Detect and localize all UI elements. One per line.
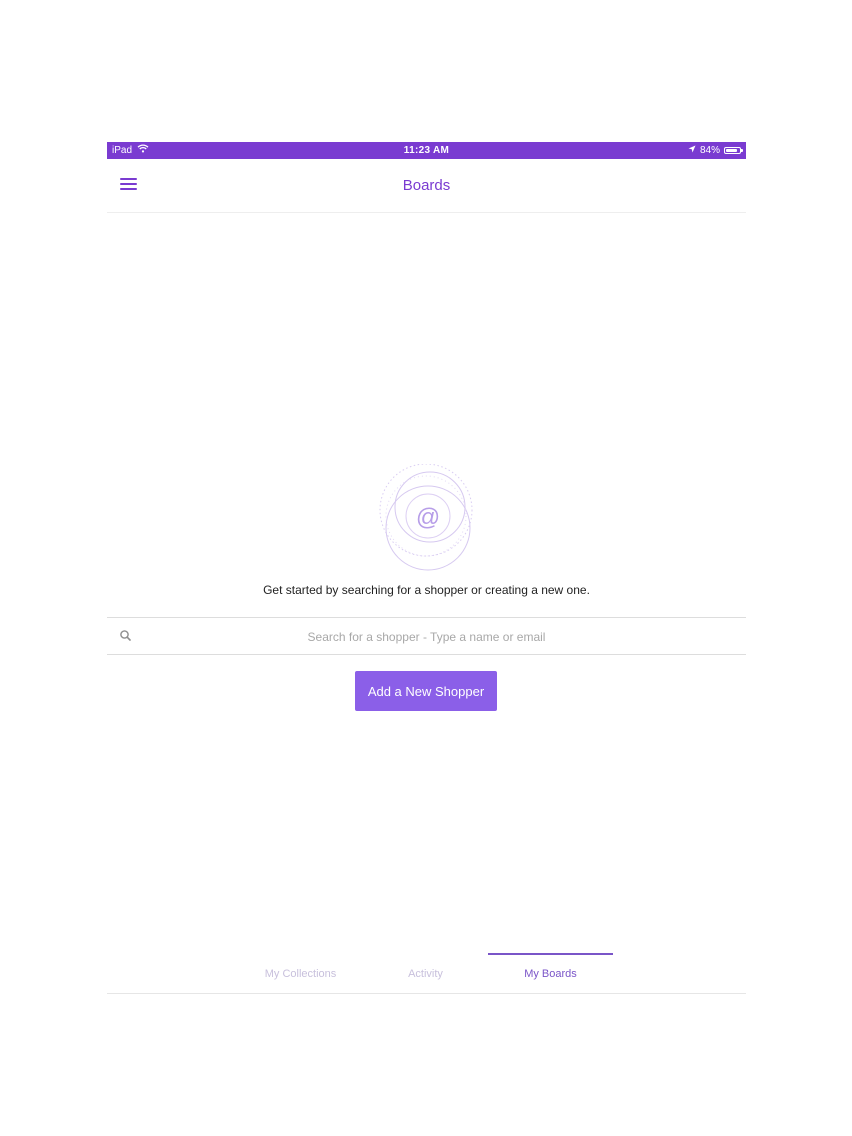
battery-icon xyxy=(724,147,743,154)
status-time: 11:23 AM xyxy=(403,145,450,156)
location-arrow-icon xyxy=(688,142,696,159)
tab-my-boards[interactable]: My Boards xyxy=(488,953,613,993)
tab-label: Activity xyxy=(408,968,443,980)
navigation-bar: Boards xyxy=(107,159,746,213)
svg-text:@: @ xyxy=(416,504,440,531)
active-tab-indicator xyxy=(488,953,613,955)
at-sign-circles-icon: @ xyxy=(376,463,476,574)
search-bar xyxy=(107,617,746,656)
search-icon xyxy=(119,629,133,643)
app-screen: iPad 11:23 AM 84% Boards @ Get started b… xyxy=(107,142,746,994)
tab-label: My Collections xyxy=(264,968,337,980)
tab-bar: My Collections Activity My Boards xyxy=(107,953,746,994)
tab-activity[interactable]: Activity xyxy=(363,953,488,993)
empty-state-message: Get started by searching for a shopper o… xyxy=(263,583,590,597)
status-bar: iPad 11:23 AM 84% xyxy=(107,142,746,159)
page-title: Boards xyxy=(402,177,451,194)
battery-percent: 84% xyxy=(699,145,720,156)
search-input[interactable] xyxy=(147,618,706,656)
tab-my-collections[interactable]: My Collections xyxy=(238,953,363,993)
battery-fill xyxy=(726,149,737,152)
status-right: 84% xyxy=(688,142,743,159)
add-new-shopper-button[interactable]: Add a New Shopper xyxy=(355,671,497,711)
tab-label: My Boards xyxy=(524,968,577,980)
